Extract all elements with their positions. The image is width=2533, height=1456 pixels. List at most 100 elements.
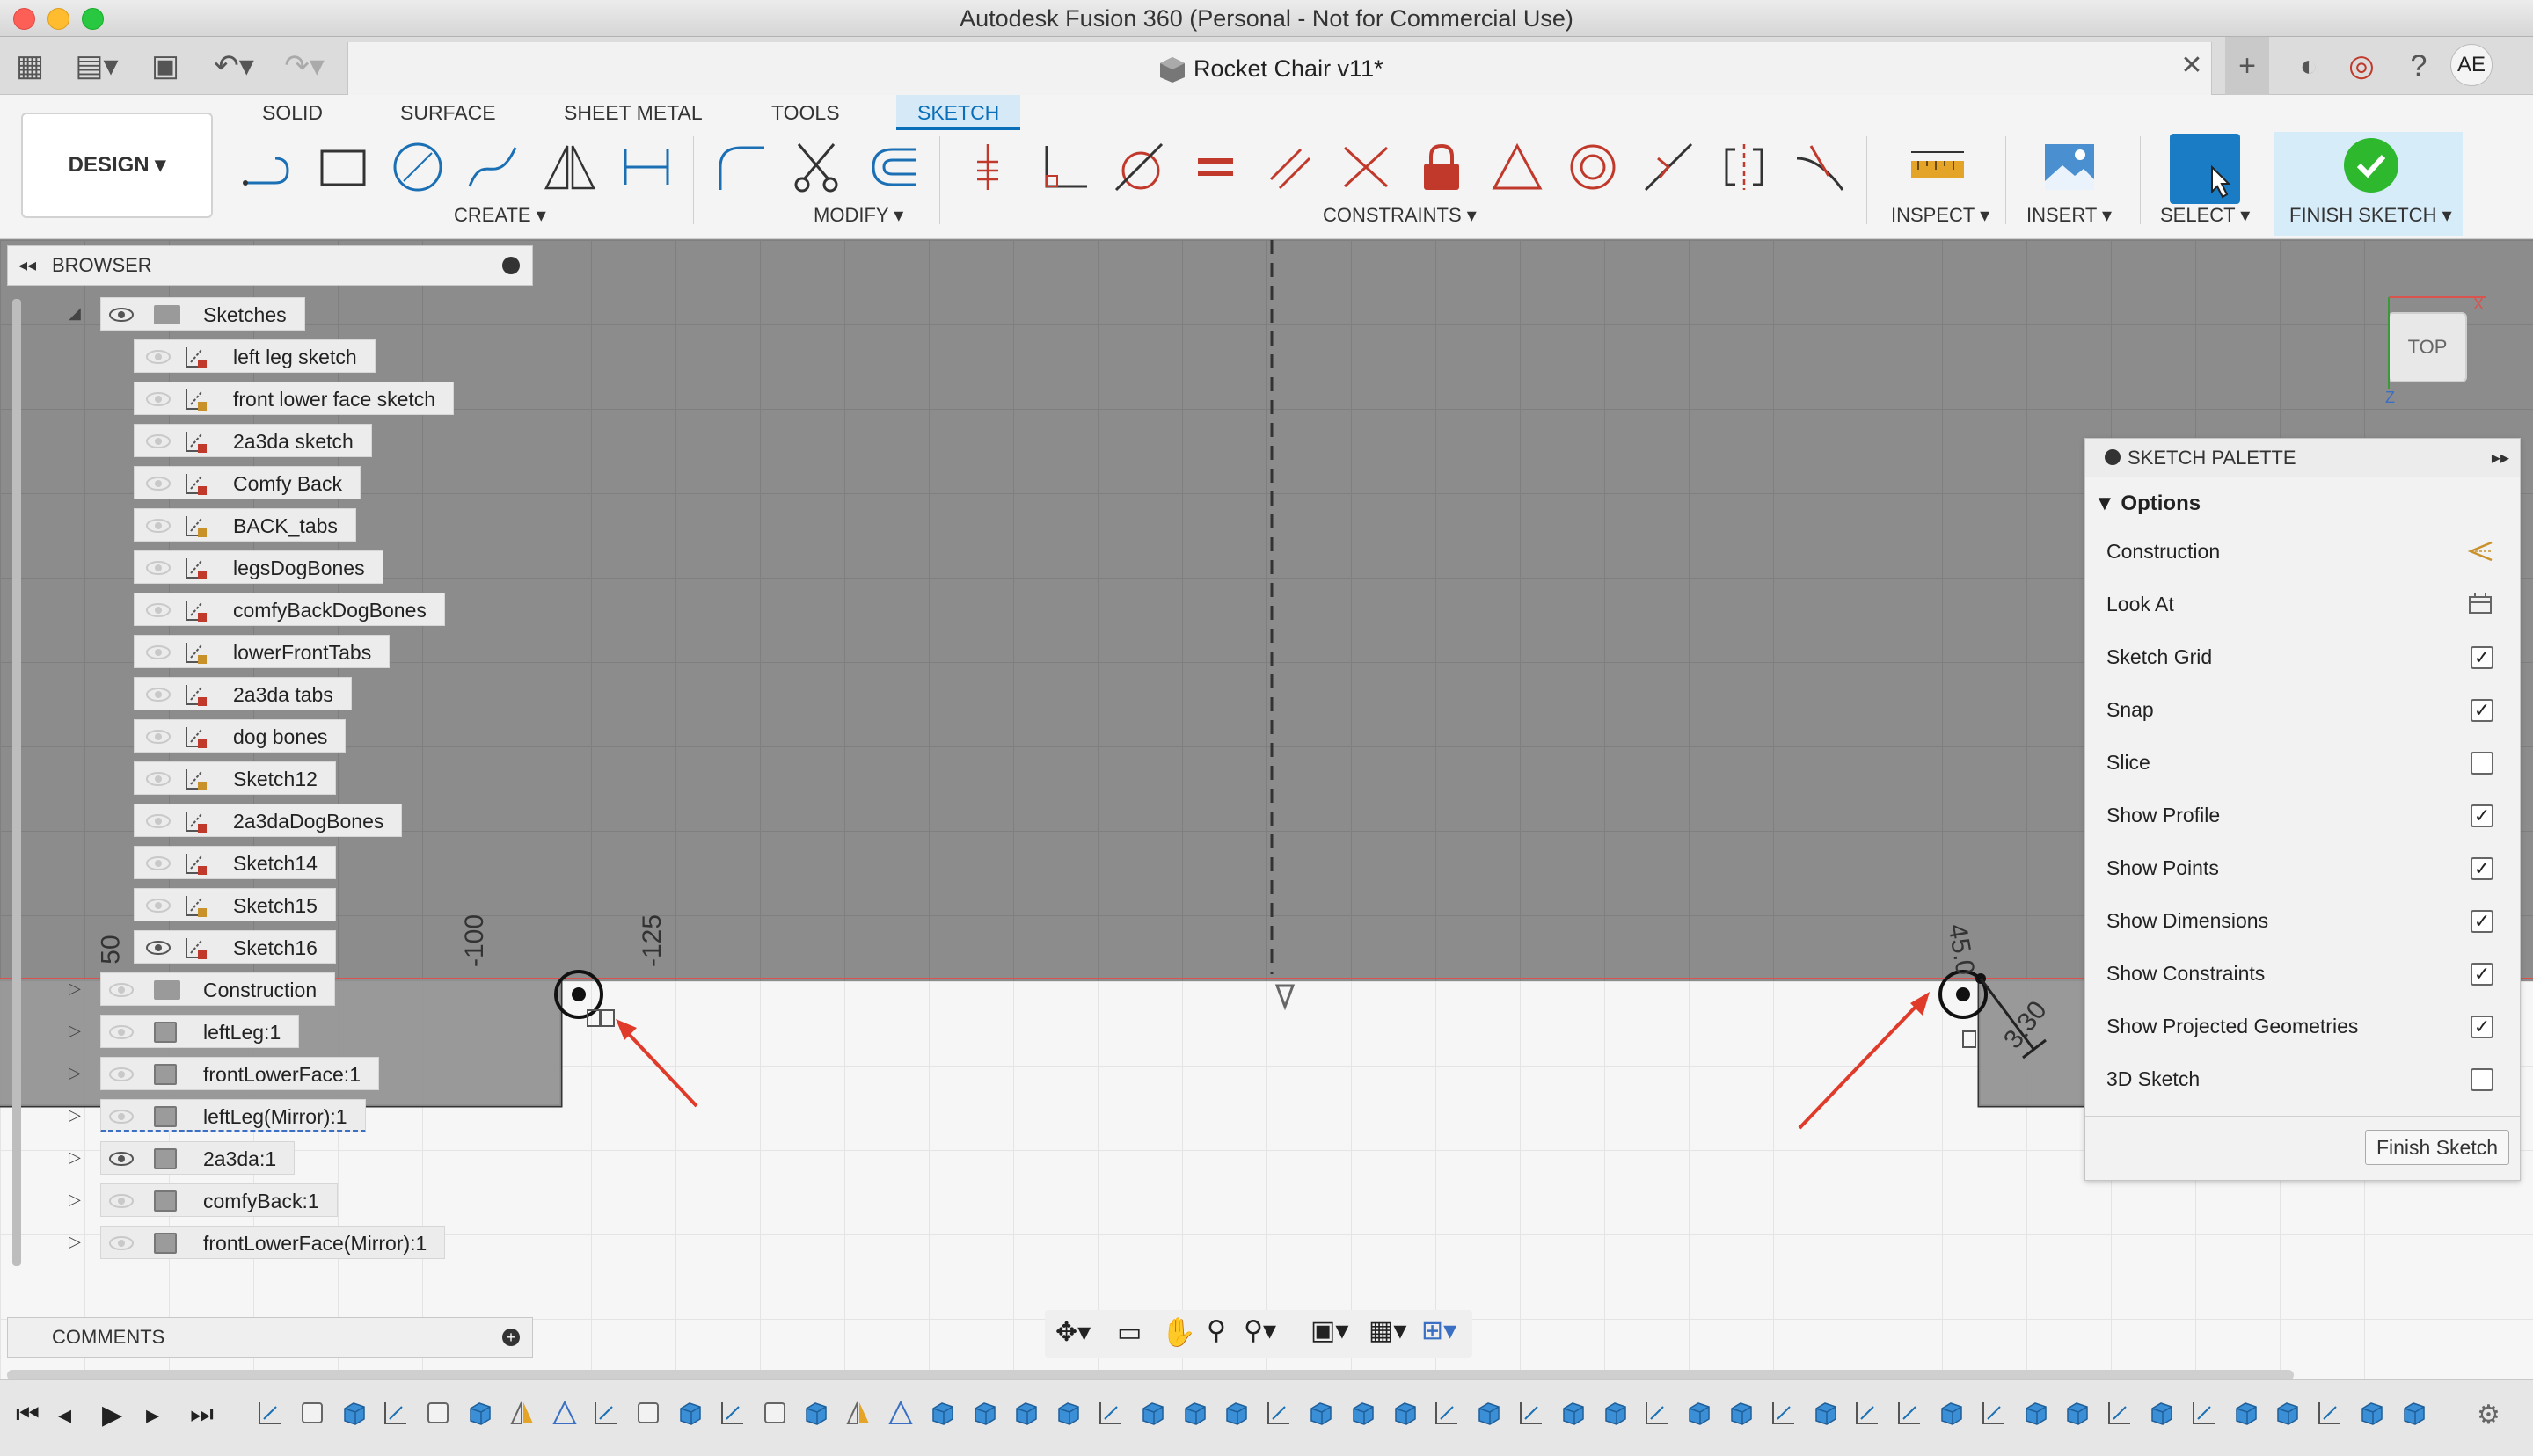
timeline-feature-icon[interactable]: [2233, 1400, 2259, 1426]
checkbox[interactable]: ✓: [2471, 857, 2493, 880]
visibility-eye-icon[interactable]: [145, 391, 172, 407]
browser-item-sketch[interactable]: BACK_tabs: [134, 508, 356, 542]
browser-item-sketch[interactable]: left leg sketch: [134, 339, 376, 373]
browser-item-component[interactable]: comfyBack:1: [100, 1183, 338, 1217]
visibility-eye-icon[interactable]: [145, 433, 172, 449]
visibility-eye-icon[interactable]: [145, 687, 172, 703]
timeline-feature-icon[interactable]: [1896, 1400, 1923, 1426]
visibility-eye-icon[interactable]: [145, 771, 172, 787]
timeline-feature-icon[interactable]: [719, 1400, 746, 1426]
timeline-feature-icon[interactable]: [341, 1400, 368, 1426]
symmetry-constraint-icon[interactable]: [1713, 132, 1775, 202]
expand-node-icon[interactable]: ▷: [69, 1233, 81, 1251]
tab-sheet-metal[interactable]: SHEET METAL: [564, 95, 703, 130]
midpoint-constraint-icon[interactable]: [1638, 132, 1699, 202]
timeline-feature-icon[interactable]: [1266, 1400, 1292, 1426]
timeline-feature-icon[interactable]: [593, 1400, 619, 1426]
checkbox[interactable]: ✓: [2471, 1016, 2493, 1038]
timeline-feature-icon[interactable]: [2023, 1400, 2049, 1426]
browser-item-sketch[interactable]: 2a3da sketch: [134, 424, 372, 457]
expand-sketches-icon[interactable]: ◢: [69, 304, 81, 323]
visibility-eye-icon[interactable]: [145, 898, 172, 914]
timeline-feature-icon[interactable]: [762, 1400, 788, 1426]
app-grid-icon[interactable]: ▦: [12, 37, 47, 95]
timeline-feature-icon[interactable]: [1686, 1400, 1712, 1426]
browser-scrollbar[interactable]: [12, 299, 21, 1266]
visibility-eye-icon[interactable]: [145, 729, 172, 745]
timeline-feature-icon[interactable]: [383, 1400, 409, 1426]
visibility-eye-icon[interactable]: [145, 813, 172, 829]
timeline-next-icon[interactable]: ▸: [146, 1400, 159, 1431]
timeline-feature-icon[interactable]: [2359, 1400, 2385, 1426]
tab-tools[interactable]: TOOLS: [771, 95, 840, 130]
perpendicular-constraint-icon[interactable]: [1033, 132, 1095, 202]
timeline-settings-gear-icon[interactable]: ⚙: [2477, 1400, 2500, 1431]
line-tool-icon[interactable]: [236, 132, 297, 202]
close-tab-icon[interactable]: ✕: [2174, 37, 2209, 95]
timeline-feature-icon[interactable]: [2149, 1400, 2175, 1426]
timeline-feature-icon[interactable]: [467, 1400, 493, 1426]
grid-settings-icon[interactable]: ▦▾: [1369, 1315, 1406, 1346]
timeline-feature-icon[interactable]: [2274, 1400, 2301, 1426]
expand-node-icon[interactable]: ▷: [69, 1106, 81, 1125]
mirror-tool-icon[interactable]: [538, 132, 600, 202]
visibility-eye-icon[interactable]: [108, 1193, 135, 1209]
browser-pin-icon[interactable]: [502, 257, 520, 274]
timeline-feature-icon[interactable]: [1434, 1400, 1460, 1426]
sketch-palette-header[interactable]: SKETCH PALETTE ▸▸: [2085, 439, 2520, 477]
palette-minimize-icon[interactable]: [2105, 449, 2121, 465]
timeline-feature-icon[interactable]: [972, 1400, 998, 1426]
browser-panel-header[interactable]: ◂◂ BROWSER: [7, 245, 533, 286]
equal-constraint-icon[interactable]: [1185, 132, 1246, 202]
orbit-icon[interactable]: ✥▾: [1055, 1317, 1091, 1348]
timeline-feature-icon[interactable]: [551, 1400, 578, 1426]
visibility-eye-icon[interactable]: [145, 855, 172, 871]
timeline-previous-icon[interactable]: ◂: [58, 1400, 71, 1431]
undo-icon[interactable]: ↶▾: [208, 37, 260, 95]
timeline-play-icon[interactable]: ▶: [102, 1400, 122, 1431]
browser-item-component[interactable]: leftLeg(Mirror):1: [100, 1099, 366, 1132]
visibility-eye-icon[interactable]: [108, 1151, 135, 1167]
look-at-icon[interactable]: ▭: [1117, 1317, 1142, 1348]
fillet-tool-icon[interactable]: [711, 132, 772, 202]
add-comment-icon[interactable]: +: [502, 1329, 520, 1346]
timeline-feature-icon[interactable]: [2317, 1400, 2343, 1426]
inspect-group-label[interactable]: INSPECT ▾: [1891, 204, 1989, 227]
timeline-feature-icon[interactable]: [2064, 1400, 2091, 1426]
modify-group-label[interactable]: MODIFY ▾: [814, 204, 903, 227]
user-avatar[interactable]: AE: [2450, 44, 2493, 86]
fix-constraint-lock-icon[interactable]: [1411, 132, 1472, 202]
browser-item-sketch[interactable]: front lower face sketch: [134, 382, 455, 415]
timeline-feature-icon[interactable]: [1854, 1400, 1880, 1426]
new-tab-icon[interactable]: +: [2225, 37, 2269, 95]
timeline-feature-icon[interactable]: [1013, 1400, 1040, 1426]
browser-item-component[interactable]: leftLeg:1: [100, 1015, 300, 1048]
constraints-group-label[interactable]: CONSTRAINTS ▾: [1323, 204, 1477, 227]
timeline-feature-icon[interactable]: [509, 1400, 536, 1426]
coincident-constraint-icon[interactable]: [957, 132, 1018, 202]
expand-node-icon[interactable]: ▷: [69, 1064, 81, 1082]
rectangle-tool-icon[interactable]: [312, 132, 374, 202]
collinear-constraint-icon[interactable]: [1335, 132, 1397, 202]
collapse-browser-icon[interactable]: ◂◂: [18, 246, 36, 285]
timeline-feature-icon[interactable]: [1770, 1400, 1797, 1426]
workspace-dropdown[interactable]: DESIGN ▾: [21, 113, 213, 218]
timeline-feature-icon[interactable]: [887, 1400, 914, 1426]
timeline-feature-icon[interactable]: [635, 1400, 661, 1426]
timeline-feature-icon[interactable]: [930, 1400, 956, 1426]
checkbox[interactable]: [2471, 752, 2493, 775]
pan-icon[interactable]: ✋: [1161, 1315, 1196, 1349]
timeline-feature-icon[interactable]: [1392, 1400, 1419, 1426]
browser-item-sketch[interactable]: comfyBackDogBones: [134, 593, 445, 626]
finish-sketch-button[interactable]: Finish Sketch: [2365, 1130, 2509, 1165]
notifications-icon[interactable]: ◎: [2340, 37, 2383, 95]
parallel-constraint-icon[interactable]: [1259, 132, 1321, 202]
browser-item-sketch[interactable]: lowerFrontTabs: [134, 635, 391, 668]
browser-item-sketch[interactable]: Sketch15: [134, 888, 336, 921]
browser-item-sketch[interactable]: Comfy Back: [134, 466, 361, 499]
timeline-feature-icon[interactable]: [425, 1400, 451, 1426]
timeline-feature-icon[interactable]: [1350, 1400, 1376, 1426]
trim-tool-icon[interactable]: [785, 132, 847, 202]
browser-item-component[interactable]: frontLowerFace(Mirror):1: [100, 1226, 446, 1259]
concentric-constraint-icon[interactable]: [1562, 132, 1624, 202]
